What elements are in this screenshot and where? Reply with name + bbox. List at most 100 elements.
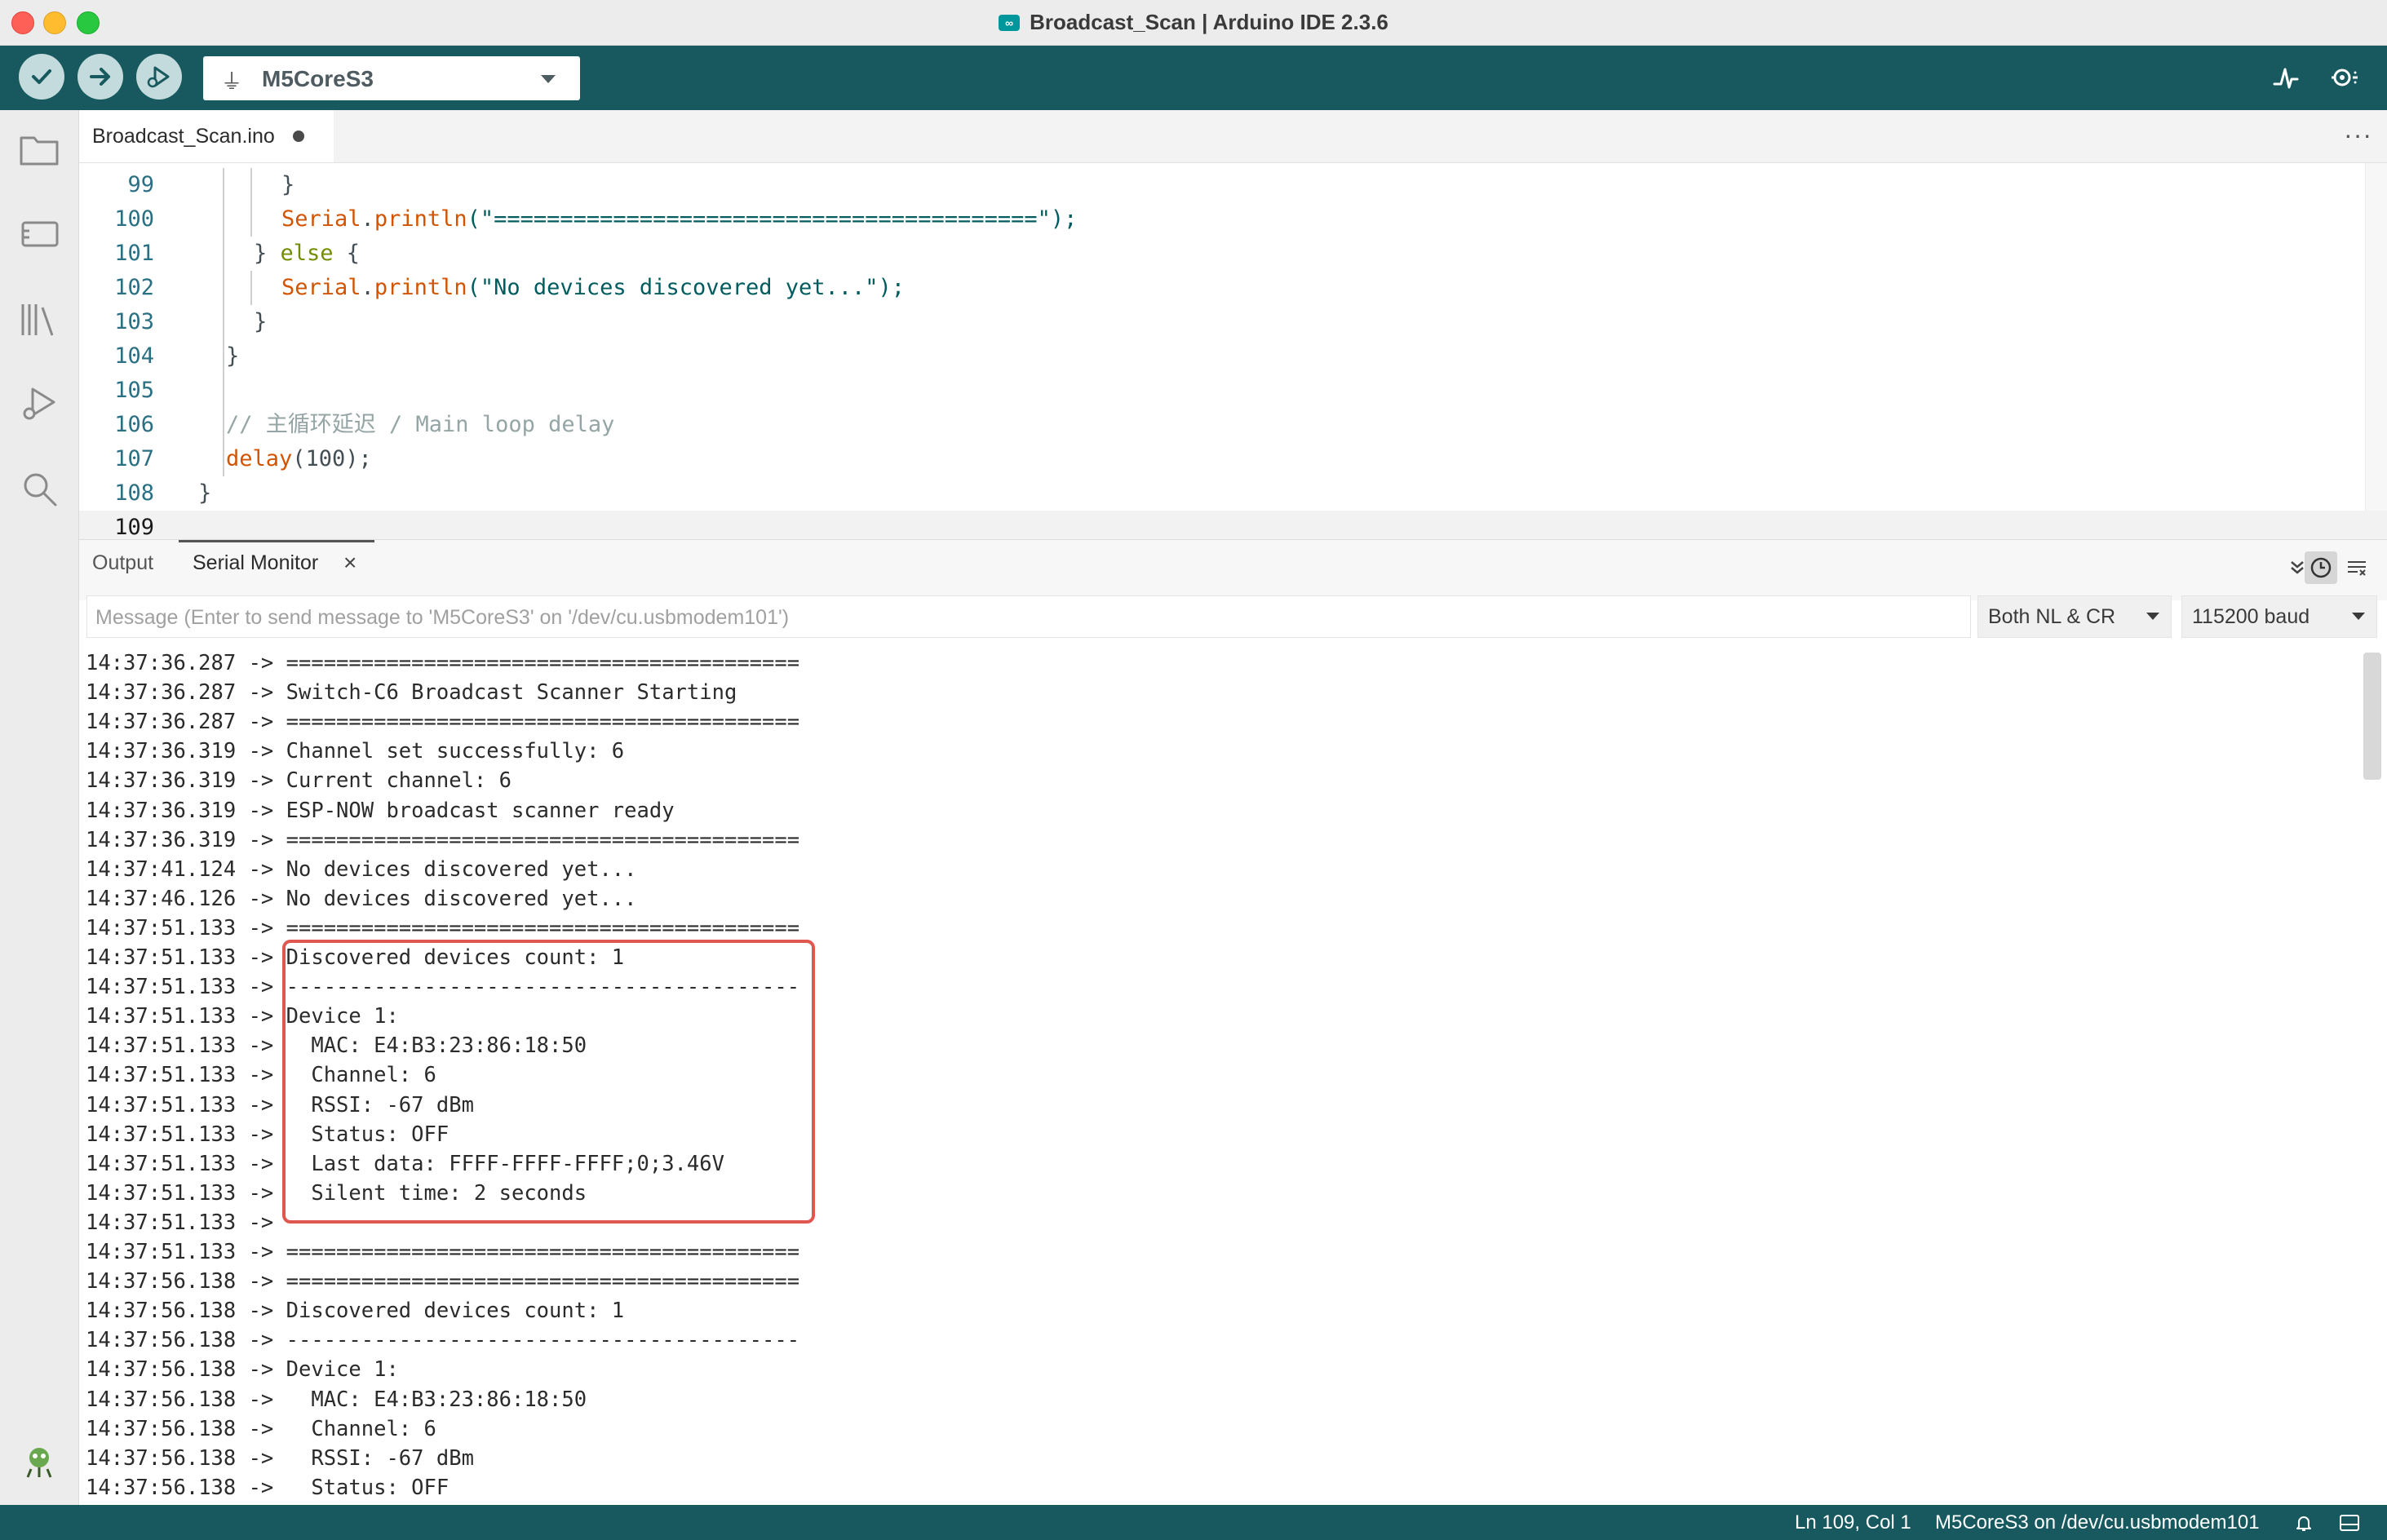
serial-line: 14:37:56.138 -> Discovered devices count… — [86, 1299, 625, 1324]
code-text: Serial.println("No devices discovered ye… — [281, 275, 906, 300]
code-line[interactable]: 105 — [79, 374, 2387, 408]
indent-guide — [223, 168, 224, 202]
toggle-panel-icon — [2340, 1515, 2359, 1531]
library-manager-button[interactable] — [16, 296, 62, 342]
code-text: } else { — [254, 241, 361, 266]
code-editor[interactable]: 99} 100 Serial.println("==================… — [79, 163, 2387, 545]
line-number: 105 — [114, 378, 154, 403]
line-number: 107 — [114, 446, 154, 471]
toggle-timestamp-button[interactable] — [2305, 551, 2337, 584]
file-tab-label: Broadcast_Scan.ino — [92, 124, 275, 148]
clear-output-button[interactable] — [2340, 551, 2373, 584]
folder-icon — [20, 136, 59, 166]
tab-serial-monitor[interactable]: Serial Monitor — [193, 551, 318, 575]
check-icon — [32, 69, 51, 84]
code-text: } — [226, 343, 240, 369]
search-button[interactable] — [16, 466, 62, 511]
serial-monitor-button[interactable] — [2326, 59, 2363, 96]
serial-line: 14:37:56.138 -> Status: OFF — [86, 1475, 450, 1500]
serial-monitor-icon — [2332, 69, 2358, 86]
close-icon[interactable]: × — [343, 550, 356, 576]
serial-line: 14:37:36.319 -> Current channel: 6 — [86, 768, 512, 794]
indent-guide — [223, 374, 224, 408]
toggle-panel-button[interactable] — [2338, 1511, 2361, 1534]
cursor-position[interactable]: Ln 109, Col 1 — [1795, 1511, 1911, 1534]
pulse-icon — [2273, 68, 2299, 89]
active-tab-indicator — [179, 540, 374, 542]
unsaved-dot-icon[interactable] — [292, 131, 304, 142]
serial-line: 14:37:56.138 -> Device 1: — [86, 1357, 399, 1383]
line-ending-select[interactable]: Both NL & CR — [1977, 595, 2172, 638]
serial-output-scrollbar[interactable] — [2363, 653, 2381, 780]
usb-icon: ⏚ — [221, 69, 243, 94]
serial-message-input[interactable]: Message (Enter to send message to 'M5Cor… — [86, 595, 1971, 638]
status-bar: Ln 109, Col 1 M5CoreS3 on /dev/cu.usbmod… — [0, 1505, 2387, 1540]
baud-rate-value: 115200 baud — [2192, 605, 2310, 628]
profile-button[interactable] — [16, 1438, 62, 1484]
line-number: 101 — [114, 241, 154, 266]
arrow-right-icon — [90, 68, 110, 86]
chevron-down-icon — [2352, 613, 2365, 620]
indent-guide — [223, 442, 224, 476]
code-text: Serial.println("========================… — [281, 206, 1078, 232]
serial-line: 14:37:36.319 -> ========================… — [86, 827, 800, 852]
line-number: 99 — [127, 172, 154, 197]
code-line[interactable]: 100 Serial.println("=====================… — [79, 202, 2387, 237]
line-number: 108 — [114, 480, 154, 506]
code-line[interactable]: 104} — [79, 339, 2387, 374]
line-number: 102 — [114, 275, 154, 300]
serial-line: 14:37:46.126 -> No devices discovered ye… — [86, 886, 637, 911]
code-line[interactable]: 106 // 主循环延迟 / Main loop delay — [79, 408, 2387, 442]
code-line[interactable]: 101 } else { — [79, 237, 2387, 271]
code-text: } — [254, 309, 268, 334]
line-number: 104 — [114, 343, 154, 369]
debug-panel-button[interactable] — [16, 381, 62, 427]
line-number: 106 — [114, 412, 154, 437]
serial-line: 14:37:51.133 -> ========================… — [86, 1240, 800, 1264]
code-text: } — [281, 172, 295, 197]
bell-icon — [2296, 1516, 2311, 1531]
indent-guide — [223, 271, 224, 305]
code-text: // 主循环延迟 / Main loop delay — [226, 412, 615, 437]
indent-guide — [223, 339, 224, 374]
notifications-button[interactable] — [2292, 1511, 2315, 1534]
board-port-status[interactable]: M5CoreS3 on /dev/cu.usbmodem101 — [1935, 1511, 2260, 1534]
debug-icon — [23, 387, 55, 420]
sketchbook-button[interactable] — [16, 126, 62, 172]
serial-line: 14:37:56.138 -> RSSI: -67 dBm — [86, 1445, 474, 1471]
indent-guide — [250, 202, 252, 237]
upload-button[interactable] — [78, 54, 123, 100]
serial-plotter-button[interactable] — [2267, 59, 2305, 96]
serial-line: 14:37:36.287 -> ========================… — [86, 710, 800, 735]
arduino-mascot-icon — [26, 1448, 52, 1478]
code-line[interactable]: 99} — [79, 168, 2387, 202]
code-line[interactable]: 108} — [79, 476, 2387, 511]
code-line[interactable]: 102 Serial.println("No devices discovered… — [79, 271, 2387, 305]
indent-guide — [223, 202, 224, 237]
search-icon — [24, 473, 57, 507]
debug-play-icon — [147, 66, 170, 88]
editor-tab-bar: Broadcast_Scan.ino ··· — [79, 110, 2387, 163]
title-bar: ∞ Broadcast_Scan | Arduino IDE 2.3.6 — [0, 0, 2387, 46]
code-line[interactable]: 103} — [79, 305, 2387, 339]
code-line[interactable]: 107 delay(100); — [79, 442, 2387, 476]
library-icon — [21, 304, 54, 336]
more-options-icon[interactable]: ··· — [2344, 120, 2372, 150]
clear-output-icon — [2348, 561, 2366, 576]
indent-guide — [250, 271, 252, 305]
boards-manager-button[interactable] — [16, 211, 62, 257]
tab-output[interactable]: Output — [92, 551, 153, 575]
chevron-down-icon — [541, 75, 556, 83]
verify-button[interactable] — [19, 54, 64, 100]
serial-line: 14:37:36.319 -> ESP-NOW broadcast scanne… — [86, 798, 675, 823]
window-title-group: ∞ Broadcast_Scan | Arduino IDE 2.3.6 — [0, 0, 2387, 45]
indent-guide — [223, 305, 224, 339]
code-text: delay(100); — [226, 446, 372, 471]
baud-rate-select[interactable]: 115200 baud — [2181, 595, 2377, 638]
debug-button[interactable] — [136, 54, 182, 100]
arduino-logo-icon: ∞ — [999, 14, 1021, 31]
serial-line: 14:37:56.138 -> ========================… — [86, 1269, 800, 1294]
file-tab[interactable]: Broadcast_Scan.ino — [79, 110, 334, 162]
board-selector[interactable]: ⏚ M5CoreS3 — [203, 56, 580, 100]
activity-bar — [0, 110, 79, 1505]
